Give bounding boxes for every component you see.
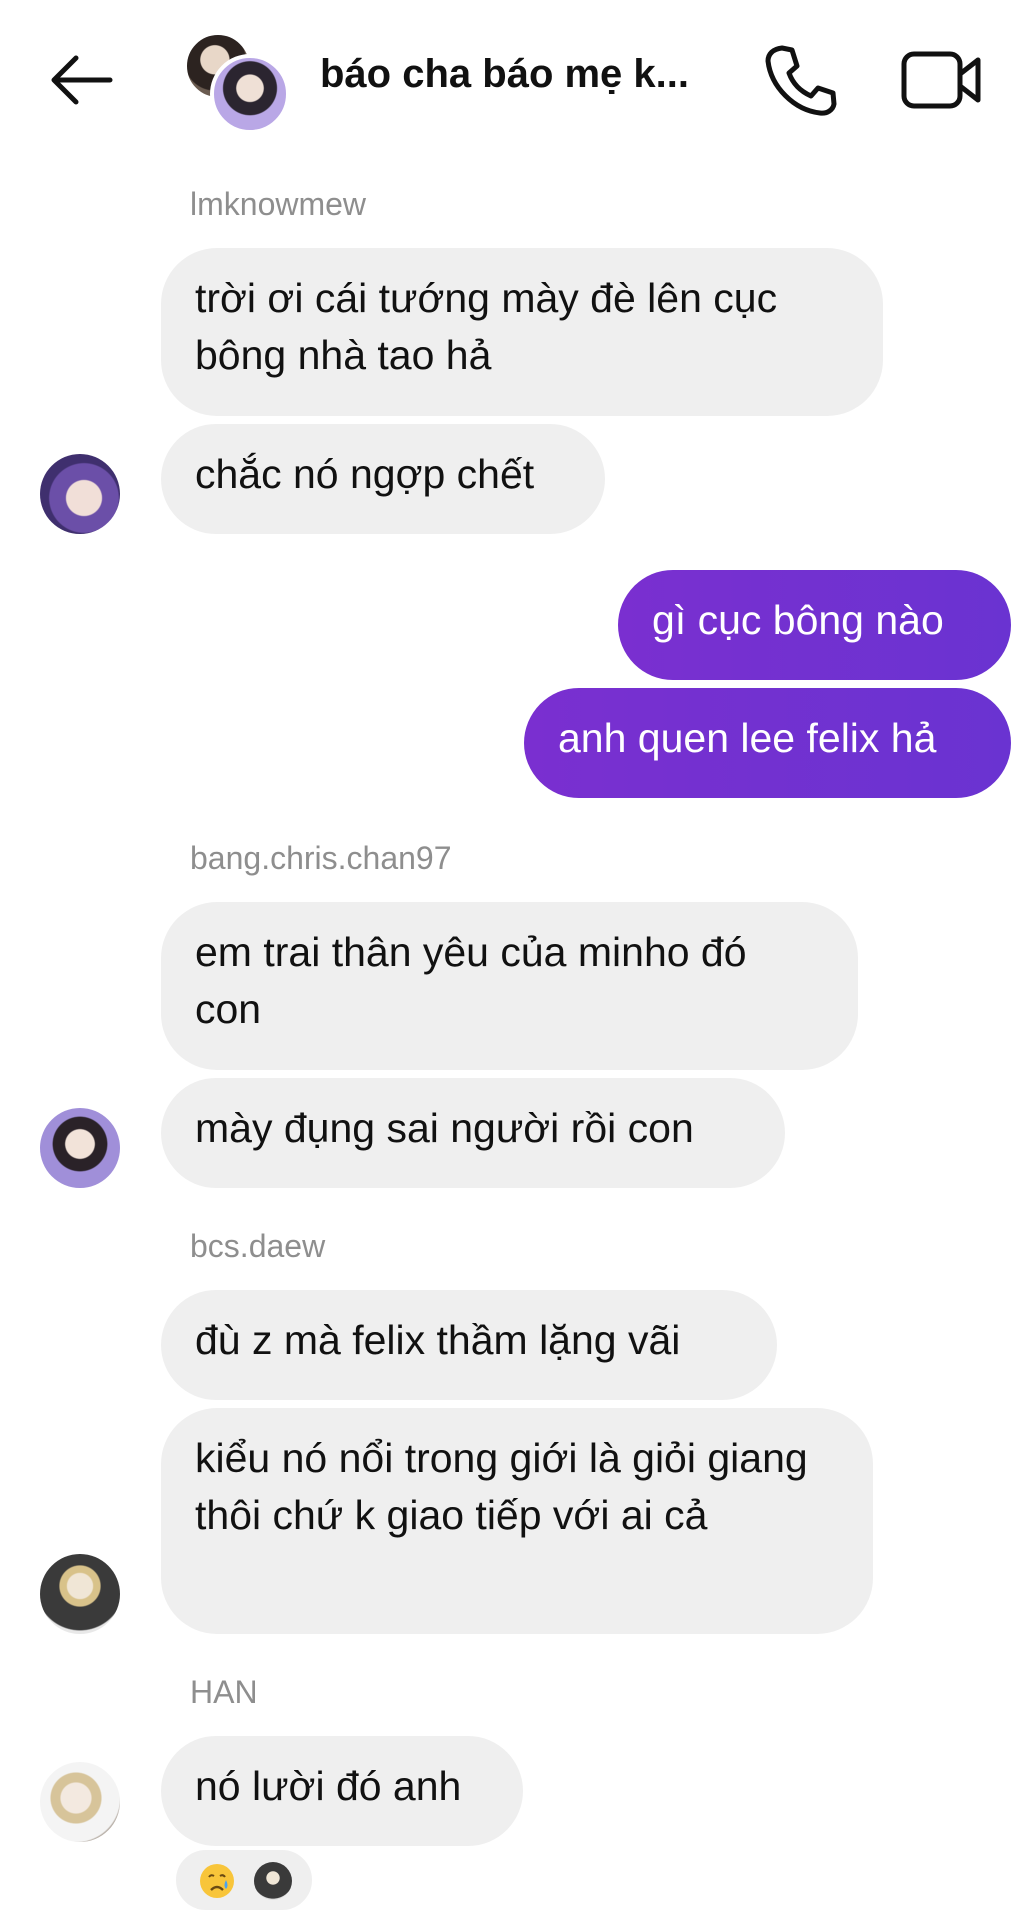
voice-call-button[interactable] — [760, 40, 840, 120]
sender-avatar[interactable] — [40, 454, 120, 534]
chat-title[interactable]: báo cha báo mẹ k... — [320, 52, 689, 97]
message-bubble[interactable]: đù z mà felix thầm lặng vãi — [161, 1290, 777, 1400]
message-bubble[interactable]: chắc nó ngợp chết — [161, 424, 605, 534]
sender-name: bang.chris.chan97 — [190, 840, 452, 876]
message-bubble[interactable]: kiểu nó nổi trong giới là giỏi giang thô… — [161, 1408, 873, 1634]
sender-avatar[interactable] — [40, 1554, 120, 1634]
arrow-left-icon — [51, 55, 113, 105]
video-call-button[interactable] — [900, 40, 984, 120]
sender-name: HAN — [190, 1674, 258, 1710]
sender-name: lmknowmew — [190, 186, 367, 222]
group-avatar-front — [210, 54, 290, 134]
message-reactions[interactable] — [172, 1846, 316, 1914]
outgoing-message-bubble[interactable]: anh quen lee felix hả — [524, 688, 1011, 798]
reactor-avatar — [254, 1862, 292, 1900]
chat-header: báo cha báo mẹ k... — [0, 0, 1028, 160]
phone-icon — [765, 45, 837, 116]
message-bubble[interactable]: nó lười đó anh — [161, 1736, 523, 1846]
sender-avatar[interactable] — [40, 1108, 120, 1188]
sender-avatar[interactable] — [40, 1762, 120, 1842]
back-button[interactable] — [44, 46, 116, 118]
video-camera-icon — [901, 51, 981, 109]
crying-face-emoji-icon — [200, 1864, 234, 1898]
message-bubble[interactable]: trời ơi cái tướng mày đè lên cục bông nh… — [161, 248, 883, 416]
message-bubble[interactable]: mày đụng sai người rồi con — [161, 1078, 785, 1188]
group-avatar[interactable] — [184, 32, 290, 134]
outgoing-message-bubble[interactable]: gì cục bông nào — [618, 570, 1011, 680]
sender-name: bcs.daew — [190, 1228, 326, 1264]
message-bubble[interactable]: em trai thân yêu của minho đó con — [161, 902, 858, 1070]
